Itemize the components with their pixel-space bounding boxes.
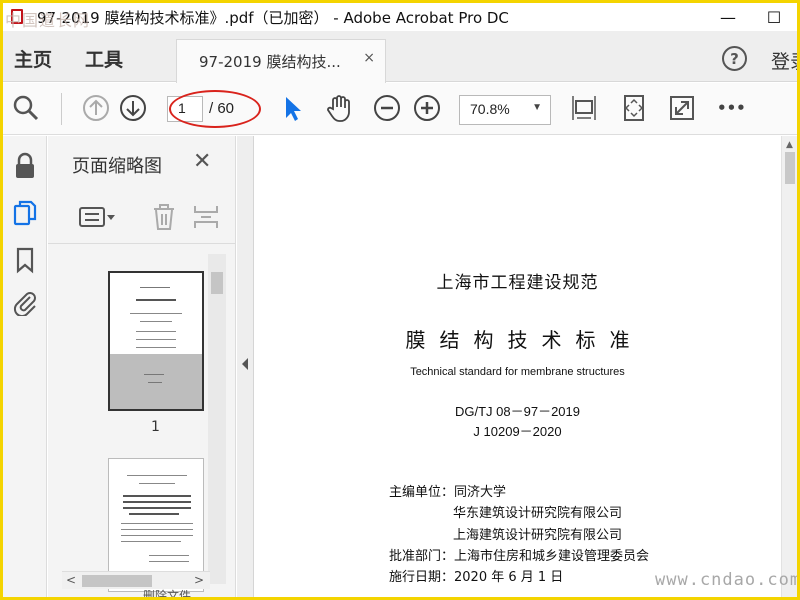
zoom-in-icon[interactable] bbox=[412, 93, 442, 123]
document-heading: 上海市工程建设规范 bbox=[436, 273, 599, 293]
document-vertical-scrollbar[interactable]: ▲ bbox=[781, 136, 797, 597]
scrollbar-thumb[interactable] bbox=[211, 272, 223, 294]
tab-document[interactable]: 97-2019 膜结构技... × bbox=[176, 39, 386, 83]
scroll-right-icon[interactable]: > bbox=[194, 573, 204, 587]
pdf-page: 上海市工程建设规范 膜结构技术标准 Technical standard for… bbox=[254, 136, 781, 597]
document-english-title: Technical standard for membrane structur… bbox=[410, 366, 625, 378]
scrollbar-thumb[interactable] bbox=[82, 575, 152, 587]
co-editor-line: 上海建筑设计研究院有限公司 bbox=[453, 528, 623, 543]
window-controls: — ☐ bbox=[705, 3, 797, 31]
thumbnail-page-number: 1 bbox=[151, 419, 160, 435]
fit-page-icon[interactable] bbox=[619, 93, 649, 123]
main-toolbar: 1 / 60 70.8% ▼ ••• bbox=[3, 83, 797, 135]
tab-tools[interactable]: 工具 bbox=[85, 45, 123, 72]
site-watermark: www.cndao.com bbox=[655, 570, 797, 590]
bookmark-icon[interactable] bbox=[11, 246, 39, 274]
close-tab-icon[interactable]: × bbox=[363, 50, 375, 66]
thumbnail-options-icon[interactable] bbox=[78, 202, 115, 232]
co-editor-line: 华东建筑设计研究院有限公司 bbox=[453, 506, 623, 521]
more-options-icon[interactable]: ••• bbox=[717, 99, 747, 129]
thumbnail-toolbar bbox=[48, 194, 236, 244]
chevron-down-icon: ▼ bbox=[532, 102, 542, 113]
page-thumbnails-icon[interactable] bbox=[11, 199, 39, 227]
title-bar: 中国道长网 97-2019 膜结构技术标准》.pdf（已加密） - Adobe … bbox=[3, 3, 797, 31]
scroll-left-icon[interactable]: < bbox=[66, 573, 76, 587]
tab-home[interactable]: 主页 bbox=[14, 45, 52, 72]
help-icon[interactable]: ? bbox=[722, 46, 747, 71]
scroll-up-icon[interactable]: ▲ bbox=[786, 140, 793, 150]
lock-icon[interactable] bbox=[11, 152, 39, 180]
document-tab-label: 97-2019 膜结构技... bbox=[199, 53, 341, 71]
window-title: 97-2019 膜结构技术标准》.pdf（已加密） - Adobe Acroba… bbox=[37, 8, 509, 27]
panel-collapse-strip[interactable] bbox=[237, 136, 253, 597]
thumbnail-vertical-scrollbar[interactable] bbox=[208, 254, 226, 584]
fit-width-icon[interactable] bbox=[569, 93, 599, 123]
delete-page-icon[interactable] bbox=[149, 202, 179, 232]
panel-title: 页面缩略图 bbox=[72, 156, 162, 177]
full-screen-icon[interactable] bbox=[667, 93, 697, 123]
toolbar-divider bbox=[61, 93, 62, 125]
app-window: 中国道长网 97-2019 膜结构技术标准》.pdf（已加密） - Adobe … bbox=[3, 3, 797, 597]
previous-page-icon[interactable] bbox=[81, 93, 111, 123]
scrollbar-thumb[interactable] bbox=[785, 152, 795, 184]
left-navigation-rail bbox=[3, 136, 47, 597]
tooltip-peek: 删除文件 bbox=[143, 589, 192, 597]
effective-date-line: 施行日期：2020 年 6 月 1 日 bbox=[389, 570, 564, 585]
record-code: J 10209－2020 bbox=[473, 424, 562, 439]
attachment-icon[interactable] bbox=[11, 288, 39, 318]
annotation-ellipse bbox=[169, 90, 261, 128]
zoom-out-icon[interactable] bbox=[372, 93, 402, 123]
thumbnail-selection-overlay bbox=[110, 354, 202, 409]
document-title: 膜结构技术标准 bbox=[405, 328, 644, 352]
minimize-button[interactable]: — bbox=[705, 3, 751, 31]
sign-in-button[interactable]: 登录 bbox=[771, 47, 797, 74]
chief-editor-line: 主编单位：同济大学 bbox=[389, 485, 507, 500]
select-tool-icon[interactable] bbox=[277, 93, 307, 123]
document-view[interactable]: 上海市工程建设规范 膜结构技术标准 Technical standard for… bbox=[253, 136, 797, 597]
hand-tool-icon[interactable] bbox=[324, 93, 354, 123]
tab-bar: 主页 工具 97-2019 膜结构技... × ? 登录 bbox=[3, 31, 797, 83]
standard-code: DG/TJ 08－97－2019 bbox=[454, 404, 580, 419]
zoom-level-dropdown[interactable]: 70.8% ▼ bbox=[459, 95, 551, 125]
page-thumbnail-1[interactable] bbox=[108, 271, 204, 411]
zoom-level-value: 70.8% bbox=[470, 101, 510, 117]
search-icon[interactable] bbox=[11, 93, 41, 123]
watermark-logo: 中国道长网 bbox=[5, 11, 91, 30]
maximize-button[interactable]: ☐ bbox=[751, 3, 797, 31]
thumbnail-horizontal-scrollbar[interactable]: < > bbox=[62, 571, 210, 589]
collapse-panel-icon[interactable] bbox=[242, 358, 248, 370]
next-page-icon[interactable] bbox=[118, 93, 148, 123]
close-panel-icon[interactable]: ✕ bbox=[193, 149, 211, 174]
page-thumbnails-panel: 页面缩略图 ✕ 1 < > bbox=[48, 136, 236, 597]
insert-page-icon[interactable] bbox=[191, 202, 221, 232]
approval-line: 批准部门：上海市住房和城乡建设管理委员会 bbox=[389, 549, 650, 564]
